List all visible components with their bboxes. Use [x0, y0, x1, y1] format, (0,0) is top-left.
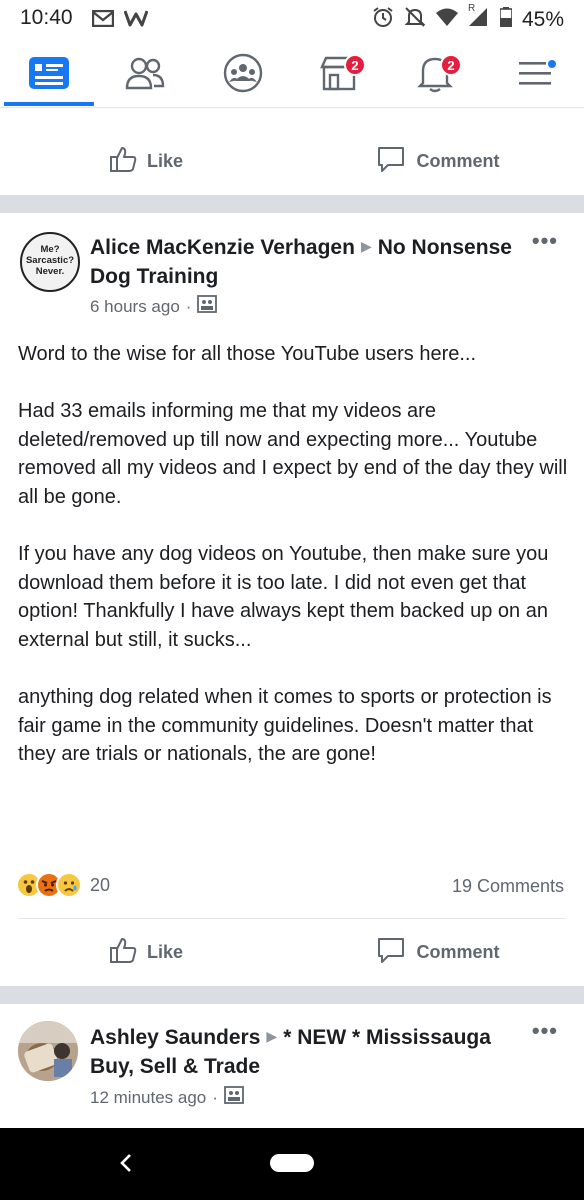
avatar-photo-icon	[18, 1021, 78, 1081]
post-time[interactable]: 12 minutes ago	[90, 1088, 206, 1108]
friends-icon	[125, 56, 165, 95]
back-icon[interactable]	[118, 1152, 134, 1179]
avatar[interactable]	[18, 1021, 78, 1081]
separator-dot: ·	[212, 1087, 218, 1107]
tab-friends[interactable]	[110, 46, 180, 104]
group-audience-icon	[197, 295, 218, 318]
comment-button[interactable]: Comment	[292, 128, 584, 194]
post-paragraph: Word to the wise for all those YouTube u…	[18, 343, 477, 365]
notifications-badge: 2	[440, 54, 462, 76]
arrow-right-icon: ▶	[266, 1028, 278, 1044]
post-paragraph: anything dog related when it comes to sp…	[18, 686, 552, 766]
comment-label: Comment	[416, 150, 500, 171]
top-nav: 2 2	[0, 40, 584, 108]
tab-news-feed[interactable]	[14, 46, 84, 104]
cell-signal-icon: R	[468, 3, 490, 32]
tab-groups[interactable]	[208, 46, 278, 104]
tab-marketplace[interactable]: 2	[304, 46, 374, 104]
active-tab-indicator	[4, 102, 94, 106]
more-options-icon[interactable]: •••	[532, 1018, 558, 1044]
status-time: 10:40	[20, 6, 73, 29]
menu-dot-badge	[546, 58, 558, 70]
like-label: Like	[146, 150, 184, 171]
avatar[interactable]: Me? Sarcastic? Never.	[20, 232, 80, 292]
tab-notifications[interactable]: 2	[400, 46, 470, 104]
prev-post-actions: Like Comment	[0, 128, 584, 194]
post-header: Alice MacKenzie Verhagen ▶ No Nonsense Dog…	[90, 232, 520, 291]
like-button[interactable]: Like	[0, 919, 292, 985]
status-bar: 10:40 R 45%	[0, 0, 584, 38]
post-body: Word to the wise for all those YouTube u…	[18, 340, 570, 769]
author-name[interactable]: Alice MacKenzie Verhagen	[90, 236, 355, 259]
news-feed-icon	[27, 55, 71, 96]
tab-menu[interactable]	[500, 46, 570, 104]
system-navigation-bar	[0, 1128, 584, 1200]
like-button[interactable]: Like	[0, 128, 292, 194]
group-audience-icon	[224, 1086, 244, 1109]
feed-separator	[0, 195, 584, 213]
marketplace-badge: 2	[344, 54, 366, 76]
comments-count[interactable]: 19 Comments	[452, 876, 564, 897]
alarm-icon	[372, 6, 394, 33]
home-pill-button[interactable]	[270, 1154, 314, 1172]
avatar-text-line1: Me?	[40, 244, 60, 255]
w-app-icon	[123, 9, 149, 32]
mute-icon	[404, 6, 426, 33]
post-header: Ashley Saunders ▶ * NEW * Mississauga Buy,…	[90, 1022, 520, 1081]
separator-dot: ·	[185, 296, 192, 316]
post-actions: Like Comment	[0, 919, 584, 985]
avatar-text-line2: Sarcastic?	[25, 255, 75, 266]
comment-bubble-icon	[376, 145, 406, 178]
post-paragraph: If you have any dog videos on Youtube, t…	[18, 543, 549, 651]
feed-separator	[0, 986, 584, 1004]
battery-icon	[499, 7, 513, 32]
arrow-right-icon: ▶	[360, 238, 372, 254]
gmail-icon	[91, 9, 115, 32]
reactions-summary[interactable]: 20	[16, 872, 110, 898]
post-meta: 6 hours ago ·	[90, 295, 218, 318]
avatar-text-line3: Never.	[35, 266, 65, 277]
groups-icon	[223, 53, 263, 98]
post-time[interactable]: 6 hours ago	[90, 297, 180, 317]
more-options-icon[interactable]: •••	[532, 228, 558, 254]
comment-button[interactable]: Comment	[292, 919, 584, 985]
post-paragraph: Had 33 emails informing me that my video…	[18, 400, 568, 508]
roaming-label: R	[467, 3, 476, 14]
post-meta: 12 minutes ago ·	[90, 1086, 244, 1109]
thumbs-up-icon	[109, 145, 137, 178]
wifi-icon	[435, 8, 458, 31]
reaction-count: 20	[90, 874, 111, 895]
thumbs-up-icon	[109, 936, 137, 969]
author-name[interactable]: Ashley Saunders	[90, 1026, 260, 1049]
comment-label: Comment	[416, 941, 500, 962]
comment-bubble-icon	[376, 936, 406, 969]
like-label: Like	[146, 941, 184, 962]
sad-reaction-icon	[56, 872, 82, 898]
battery-percent: 45%	[521, 7, 564, 31]
